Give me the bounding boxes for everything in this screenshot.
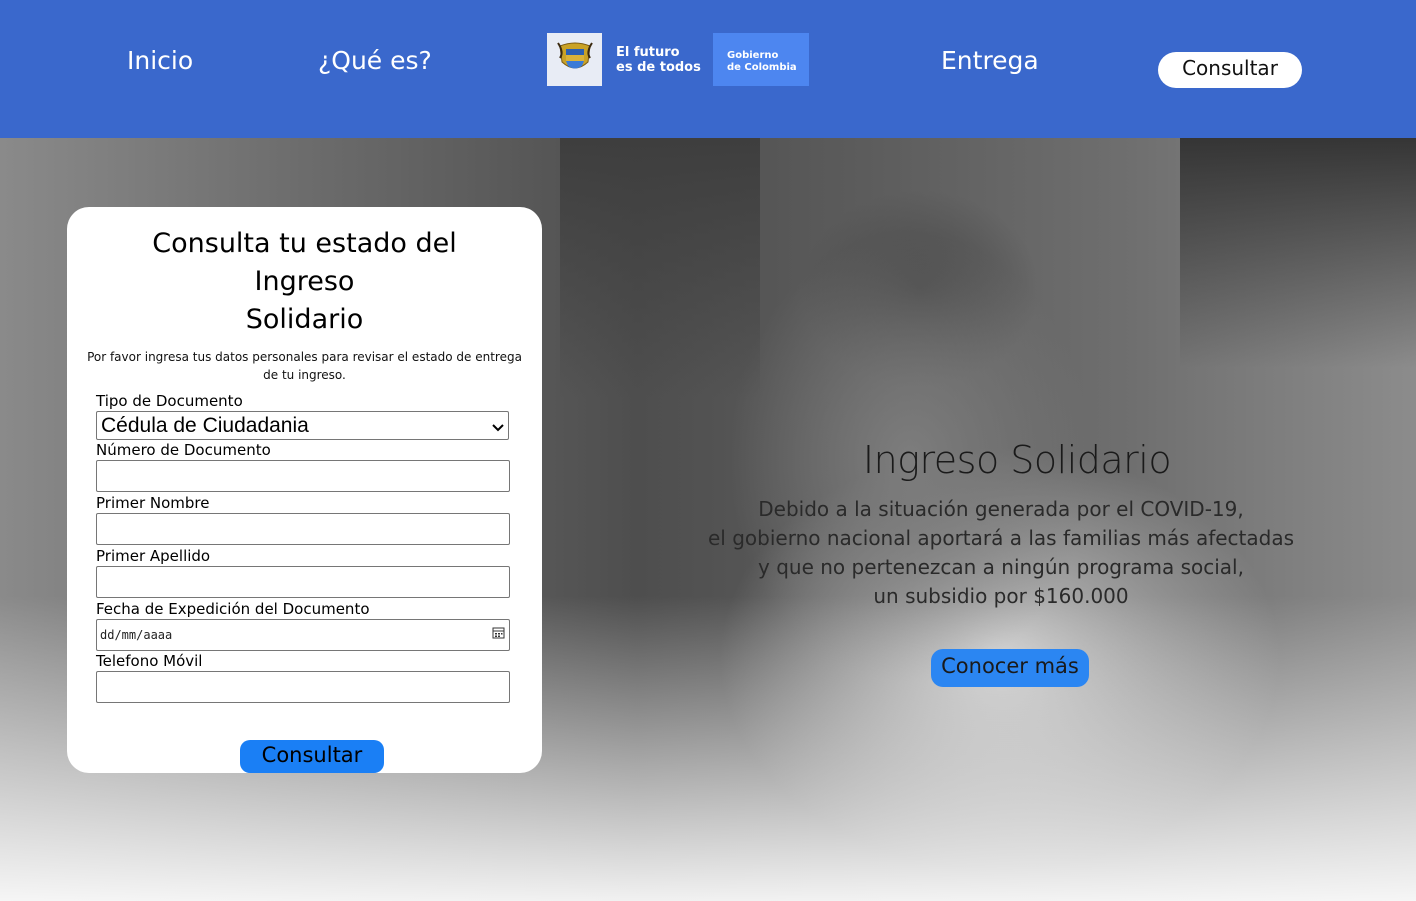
hero-description-line: un subsidio por $160.000 — [873, 584, 1129, 608]
form-consultar-button[interactable]: Consultar — [240, 740, 384, 773]
form-title: Consulta tu estado del Ingreso Solidario — [67, 225, 542, 339]
logo-government: Gobierno de Colombia — [713, 33, 809, 86]
last-name-label: Primer Apellido — [96, 547, 211, 565]
form-title-line: Consulta tu estado del — [152, 228, 457, 259]
doc-number-label: Número de Documento — [96, 441, 271, 459]
calendar-icon[interactable] — [492, 626, 505, 644]
coat-of-arms-icon — [547, 33, 602, 86]
phone-label: Telefono Móvil — [96, 652, 203, 670]
doc-type-label: Tipo de Documento — [96, 392, 243, 410]
site-header: Inicio ¿Qué es? El futuro es de todos Go… — [0, 0, 1416, 138]
hero-title: Ingreso Solidario — [862, 438, 1172, 482]
issue-date-input[interactable]: dd/mm/aaaa — [96, 619, 510, 651]
phone-input[interactable] — [96, 671, 510, 703]
hero-description-line: y que no pertenezcan a ningún programa s… — [758, 555, 1244, 579]
logo-slogan-line2: es de todos — [616, 60, 701, 75]
form-title-line: Solidario — [245, 304, 364, 335]
chevron-down-icon — [492, 414, 504, 438]
hero-description-line: Debido a la situación generada por el CO… — [758, 497, 1244, 521]
doc-type-select[interactable]: Cédula de Ciudadania — [96, 411, 509, 440]
logo-government-line2: de Colombia — [727, 62, 797, 73]
form-subtitle: Por favor ingresa tus datos personales p… — [87, 350, 522, 382]
hero-description: Debido a la situación generada por el CO… — [690, 495, 1312, 611]
logo-slogan-line1: El futuro — [616, 45, 680, 60]
last-name-input[interactable] — [96, 566, 510, 598]
hero-description-line: el gobierno nacional aportará a las fami… — [707, 526, 1295, 550]
issue-date-label: Fecha de Expedición del Documento — [96, 600, 370, 618]
issue-date-placeholder: dd/mm/aaaa — [100, 628, 173, 642]
government-logo[interactable]: El futuro es de todos Gobierno de Colomb… — [547, 33, 809, 86]
nav-entrega-link[interactable]: Entrega — [941, 46, 1039, 75]
logo-government-line1: Gobierno — [727, 50, 779, 61]
form-title-line: Ingreso — [254, 266, 355, 297]
first-name-label: Primer Nombre — [96, 494, 210, 512]
nav-inicio-link[interactable]: Inicio — [127, 46, 193, 75]
nav-que-es-link[interactable]: ¿Qué es? — [318, 46, 432, 75]
conocer-mas-button[interactable]: Conocer más — [931, 649, 1089, 687]
first-name-input[interactable] — [96, 513, 510, 545]
nav-consultar-button[interactable]: Consultar — [1158, 52, 1302, 88]
hero-background-shape — [560, 138, 760, 398]
logo-slogan: El futuro es de todos — [602, 33, 713, 86]
doc-number-input[interactable] — [96, 460, 510, 492]
doc-type-selected-value: Cédula de Ciudadania — [101, 413, 309, 437]
consulta-form-card: Consulta tu estado del Ingreso Solidario… — [67, 207, 542, 773]
hero-background-shape — [1180, 138, 1416, 368]
